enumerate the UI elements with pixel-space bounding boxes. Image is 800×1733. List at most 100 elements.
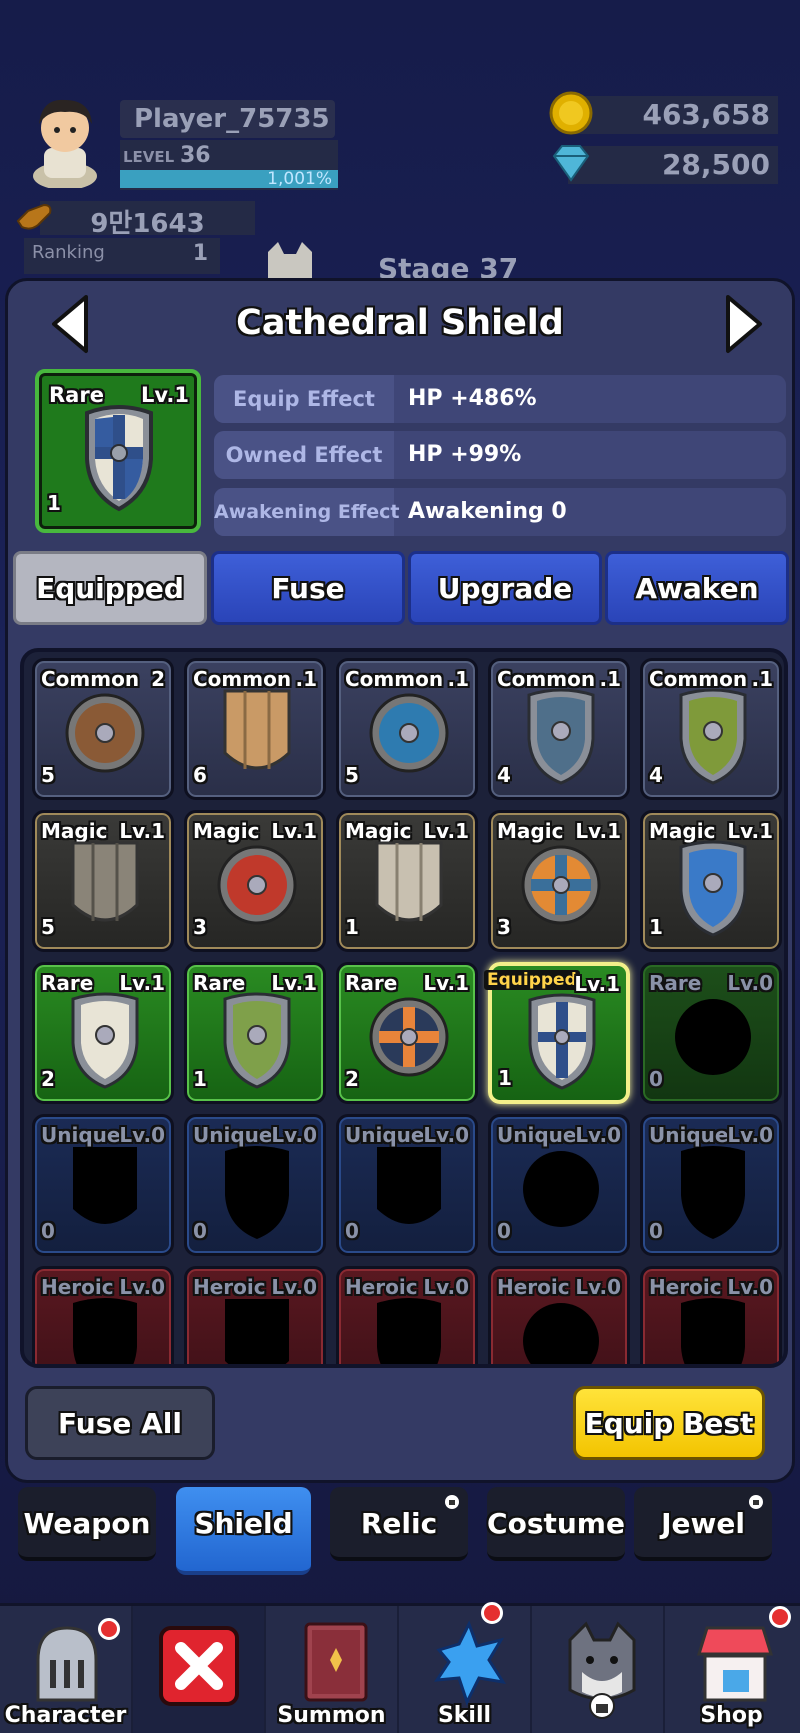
- ranking-value: 1: [192, 241, 208, 266]
- shield-slot[interactable]: Common .1 4: [640, 658, 782, 800]
- owned-effect-label: Owned Effect: [214, 431, 394, 479]
- nav-pet[interactable]: [532, 1606, 665, 1733]
- shield-slot[interactable]: Magic Lv.1 1: [640, 810, 782, 952]
- shield-slot[interactable]: Magic Lv.1 1: [336, 810, 478, 952]
- equipped-tag: Equipped: [484, 970, 580, 990]
- level-row: LEVEL 36 1,001%: [120, 140, 338, 190]
- shield-slot[interactable]: Rare Lv.1 2: [336, 962, 478, 1104]
- equip-effect-row: Equip Effect HP +486%: [214, 375, 786, 423]
- shield-slot[interactable]: Magic Lv.1 3: [184, 810, 326, 952]
- shield-slot[interactable]: Equipped Lv.1 1: [484, 962, 630, 1104]
- shield-slot[interactable]: Heroic Lv.0: [640, 1266, 782, 1364]
- nav-skill[interactable]: Skill: [399, 1602, 532, 1733]
- shield-icon: [223, 689, 291, 770]
- equip-effect-value: HP +486%: [408, 386, 537, 411]
- equip-best-button[interactable]: Equip Best: [573, 1386, 765, 1460]
- nav-close[interactable]: [133, 1606, 266, 1733]
- gold-value: 463,658: [642, 98, 770, 131]
- shield-slot[interactable]: Magic Lv.1 3: [488, 810, 630, 952]
- player-name: Player_75735: [120, 100, 335, 138]
- shield-slot[interactable]: Heroic Lv.0: [488, 1266, 630, 1364]
- shield-icon: [369, 997, 449, 1077]
- shield-slot[interactable]: Common .1 4: [488, 658, 630, 800]
- tab-awaken[interactable]: Awaken: [605, 551, 789, 625]
- slot-count: 3: [497, 915, 511, 939]
- knight-helmet-icon: [36, 1626, 98, 1702]
- shield-slot[interactable]: Rare Lv.0 0: [640, 962, 782, 1104]
- shield-icon: [523, 1303, 599, 1364]
- shield-slot[interactable]: Rare Lv.1 1: [184, 962, 326, 1104]
- shield-icon: [71, 992, 139, 1089]
- cathedral-shield-icon: [85, 405, 153, 512]
- shield-slot[interactable]: Unique Lv.0 0: [488, 1114, 630, 1256]
- shield-slot[interactable]: Unique Lv.0 0: [640, 1114, 782, 1256]
- shield-icon: [65, 693, 145, 773]
- nav-shop[interactable]: Shop: [665, 1606, 798, 1733]
- category-relic-label: Relic: [360, 1507, 438, 1540]
- shield-slot[interactable]: Unique Lv.0 0: [336, 1114, 478, 1256]
- category-relic[interactable]: Relic: [330, 1487, 468, 1561]
- shield-slot[interactable]: Rare Lv.1 2: [32, 962, 174, 1104]
- shield-slot[interactable]: Heroic Lv.0: [336, 1266, 478, 1364]
- lock-icon: [445, 1495, 459, 1509]
- level-label: LEVEL: [123, 148, 175, 166]
- combat-power-value: 9만1643: [40, 201, 255, 239]
- fuse-all-button[interactable]: Fuse All: [25, 1386, 215, 1460]
- bottom-nav: Character Summon Skill Shop: [0, 1602, 800, 1733]
- tab-upgrade[interactable]: Upgrade: [408, 551, 602, 625]
- shield-icon: [223, 992, 291, 1089]
- shield-slot[interactable]: Common .1 5: [336, 658, 478, 800]
- gold-counter: 463,658: [548, 90, 778, 136]
- category-weapon[interactable]: Weapon: [18, 1487, 156, 1561]
- tab-equipped[interactable]: Equipped: [13, 551, 207, 625]
- slot-count: 0: [345, 1219, 359, 1243]
- item-title: Cathedral Shield: [236, 303, 564, 343]
- shield-icon: [225, 1299, 289, 1364]
- shield-slot[interactable]: Unique Lv.0 0: [32, 1114, 174, 1256]
- category-costume[interactable]: Costume: [487, 1487, 625, 1561]
- slot-count: 4: [497, 763, 511, 787]
- equipment-panel: Cathedral Shield Rare Lv.1 1 Equip Effec…: [5, 278, 795, 1483]
- gem-counter: 28,500: [548, 140, 778, 186]
- shield-slot[interactable]: Common 2 5: [32, 658, 174, 800]
- pet-cat-icon: [268, 242, 312, 280]
- shield-icon: [527, 688, 595, 785]
- shield-slot[interactable]: Magic Lv.1 5: [32, 810, 174, 952]
- shield-slot[interactable]: Common .1 6: [184, 658, 326, 800]
- close-icon: [159, 1626, 239, 1706]
- tab-fuse[interactable]: Fuse: [211, 551, 405, 625]
- shield-icon: [679, 840, 747, 937]
- slot-count: 1: [193, 1067, 207, 1091]
- shield-slot[interactable]: Heroic Lv.0: [184, 1266, 326, 1364]
- shield-icon: [217, 845, 297, 925]
- shield-slot[interactable]: Unique Lv.0 0: [184, 1114, 326, 1256]
- slot-count: 6: [193, 763, 207, 787]
- awakening-effect-value: Awakening 0: [408, 499, 567, 524]
- player-avatar[interactable]: [22, 88, 108, 188]
- slot-count: 2: [41, 1067, 55, 1091]
- lock-icon: [749, 1495, 763, 1509]
- top-hud: Player_75735 LEVEL 36 1,001% 9만1643 Rank…: [0, 0, 800, 290]
- shield-slot[interactable]: Heroic Lv.0: [32, 1266, 174, 1364]
- category-shield[interactable]: Shield: [176, 1487, 311, 1575]
- ranking-label: Ranking: [32, 242, 105, 263]
- nav-skill-label: Skill: [437, 1703, 492, 1728]
- nav-shop-label: Shop: [700, 1703, 763, 1728]
- nav-character[interactable]: Character: [0, 1606, 133, 1733]
- shield-icon: [71, 841, 139, 922]
- shield-grid: Common 2 5 Common .1 6 Common .1 5 Common .1 4 Commo…: [20, 648, 788, 1368]
- shield-icon: [521, 845, 601, 925]
- summon-book-icon: [304, 1622, 368, 1702]
- fist-icon: [16, 203, 52, 230]
- category-jewel[interactable]: Jewel: [634, 1487, 772, 1561]
- category-jewel-label: Jewel: [661, 1507, 745, 1540]
- next-arrow-icon[interactable]: [718, 293, 768, 355]
- ranking-box[interactable]: Ranking 1: [24, 238, 220, 274]
- gem-value: 28,500: [661, 148, 770, 181]
- shield-icon: [375, 841, 443, 922]
- shield-icon: [73, 1298, 137, 1364]
- nav-summon[interactable]: Summon: [266, 1606, 399, 1733]
- slot-count: 0: [497, 1219, 511, 1243]
- preview-count: 1: [47, 491, 61, 515]
- item-preview: Rare Lv.1 1: [35, 369, 201, 533]
